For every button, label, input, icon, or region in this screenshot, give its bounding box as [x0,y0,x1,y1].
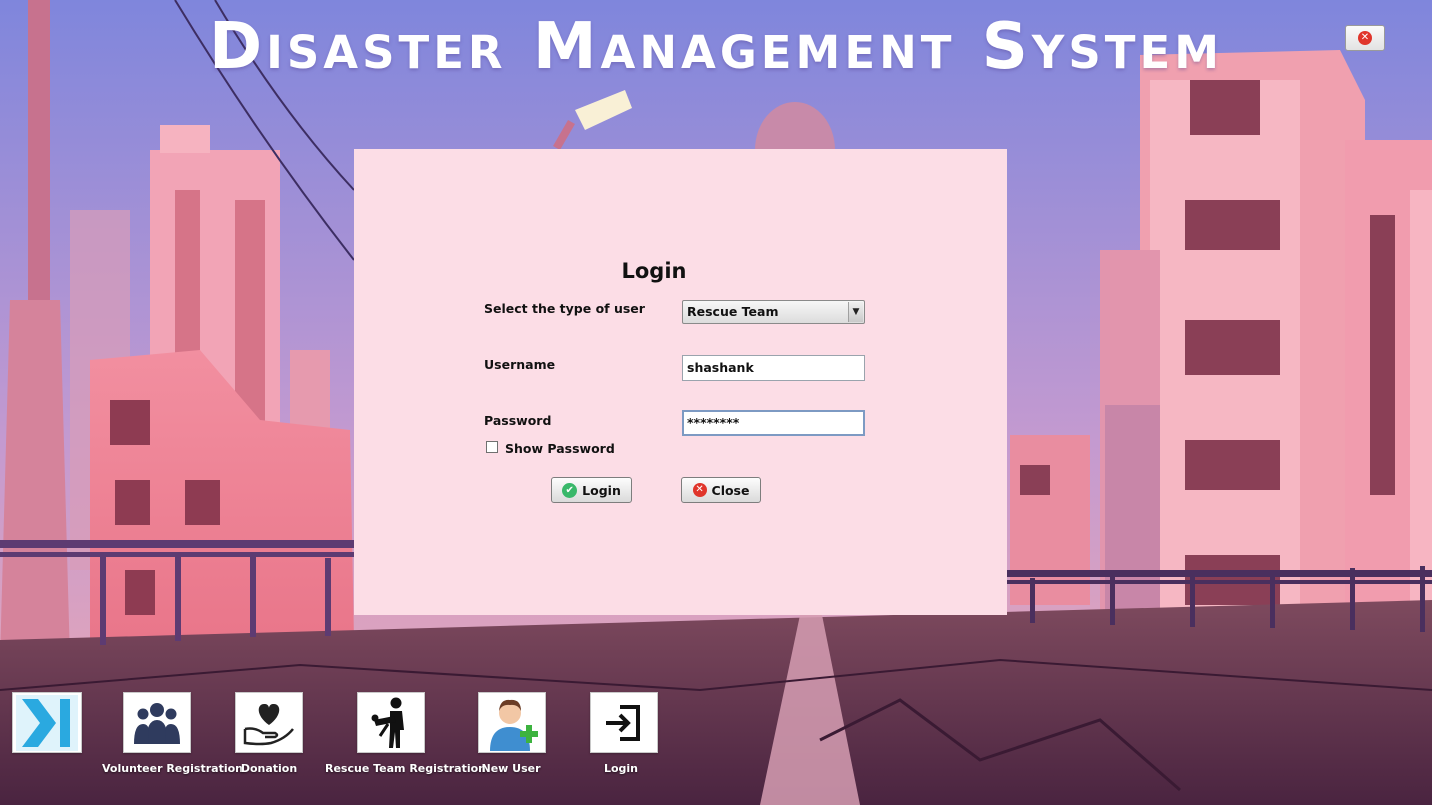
user-type-label: Select the type of user [484,301,645,316]
add-user-icon [490,699,538,751]
rescuer-icon [371,697,404,748]
login-icon [606,704,640,741]
dock-donation-button[interactable] [235,692,303,753]
username-label: Username [484,357,556,372]
close-button-label: Close [711,482,750,498]
dock-login-button[interactable] [590,692,658,753]
dock-volunteer-registration-button[interactable] [123,692,191,753]
login-button[interactable]: ✔ Login [551,477,632,503]
window-close-button[interactable]: ✕ [1345,25,1385,51]
user-type-select[interactable]: Rescue Team ▼ [682,300,865,324]
login-check-icon: ✔ [562,482,578,498]
dock-next-button[interactable] [12,692,82,753]
username-field[interactable]: shashank [682,355,865,381]
user-type-value: Rescue Team [687,304,779,319]
dock-rescue-team-registration-button[interactable] [357,692,425,753]
login-heading: Login [621,259,687,283]
show-password-checkbox[interactable] [486,441,498,453]
dock-label-login: Login [603,762,639,775]
close-icon: ✕ [692,483,707,497]
skip-forward-icon [16,694,78,751]
dock-new-user-button[interactable] [478,692,546,753]
group-icon [134,702,180,744]
password-label: Password [484,413,552,428]
password-field[interactable]: ******** [682,410,865,436]
dock-label-new-user: New User [481,762,541,775]
login-button-label: Login [582,482,621,498]
chevron-down-icon: ▼ [848,302,863,322]
dock-label-rescue-team-registration: Rescue Team Registration [325,762,486,775]
app-title: Disaster Management System [208,10,1224,84]
dock-label-volunteer-registration: Volunteer Registration [102,762,243,775]
login-panel: Login Select the type of user Rescue Tea… [354,149,1007,615]
close-icon: ✕ [1358,31,1372,45]
show-password-label: Show Password [505,441,615,456]
close-button[interactable]: ✕ Close [681,477,761,503]
dock-label-donation: Donation [240,762,298,775]
heart-in-hand-icon [243,703,294,745]
